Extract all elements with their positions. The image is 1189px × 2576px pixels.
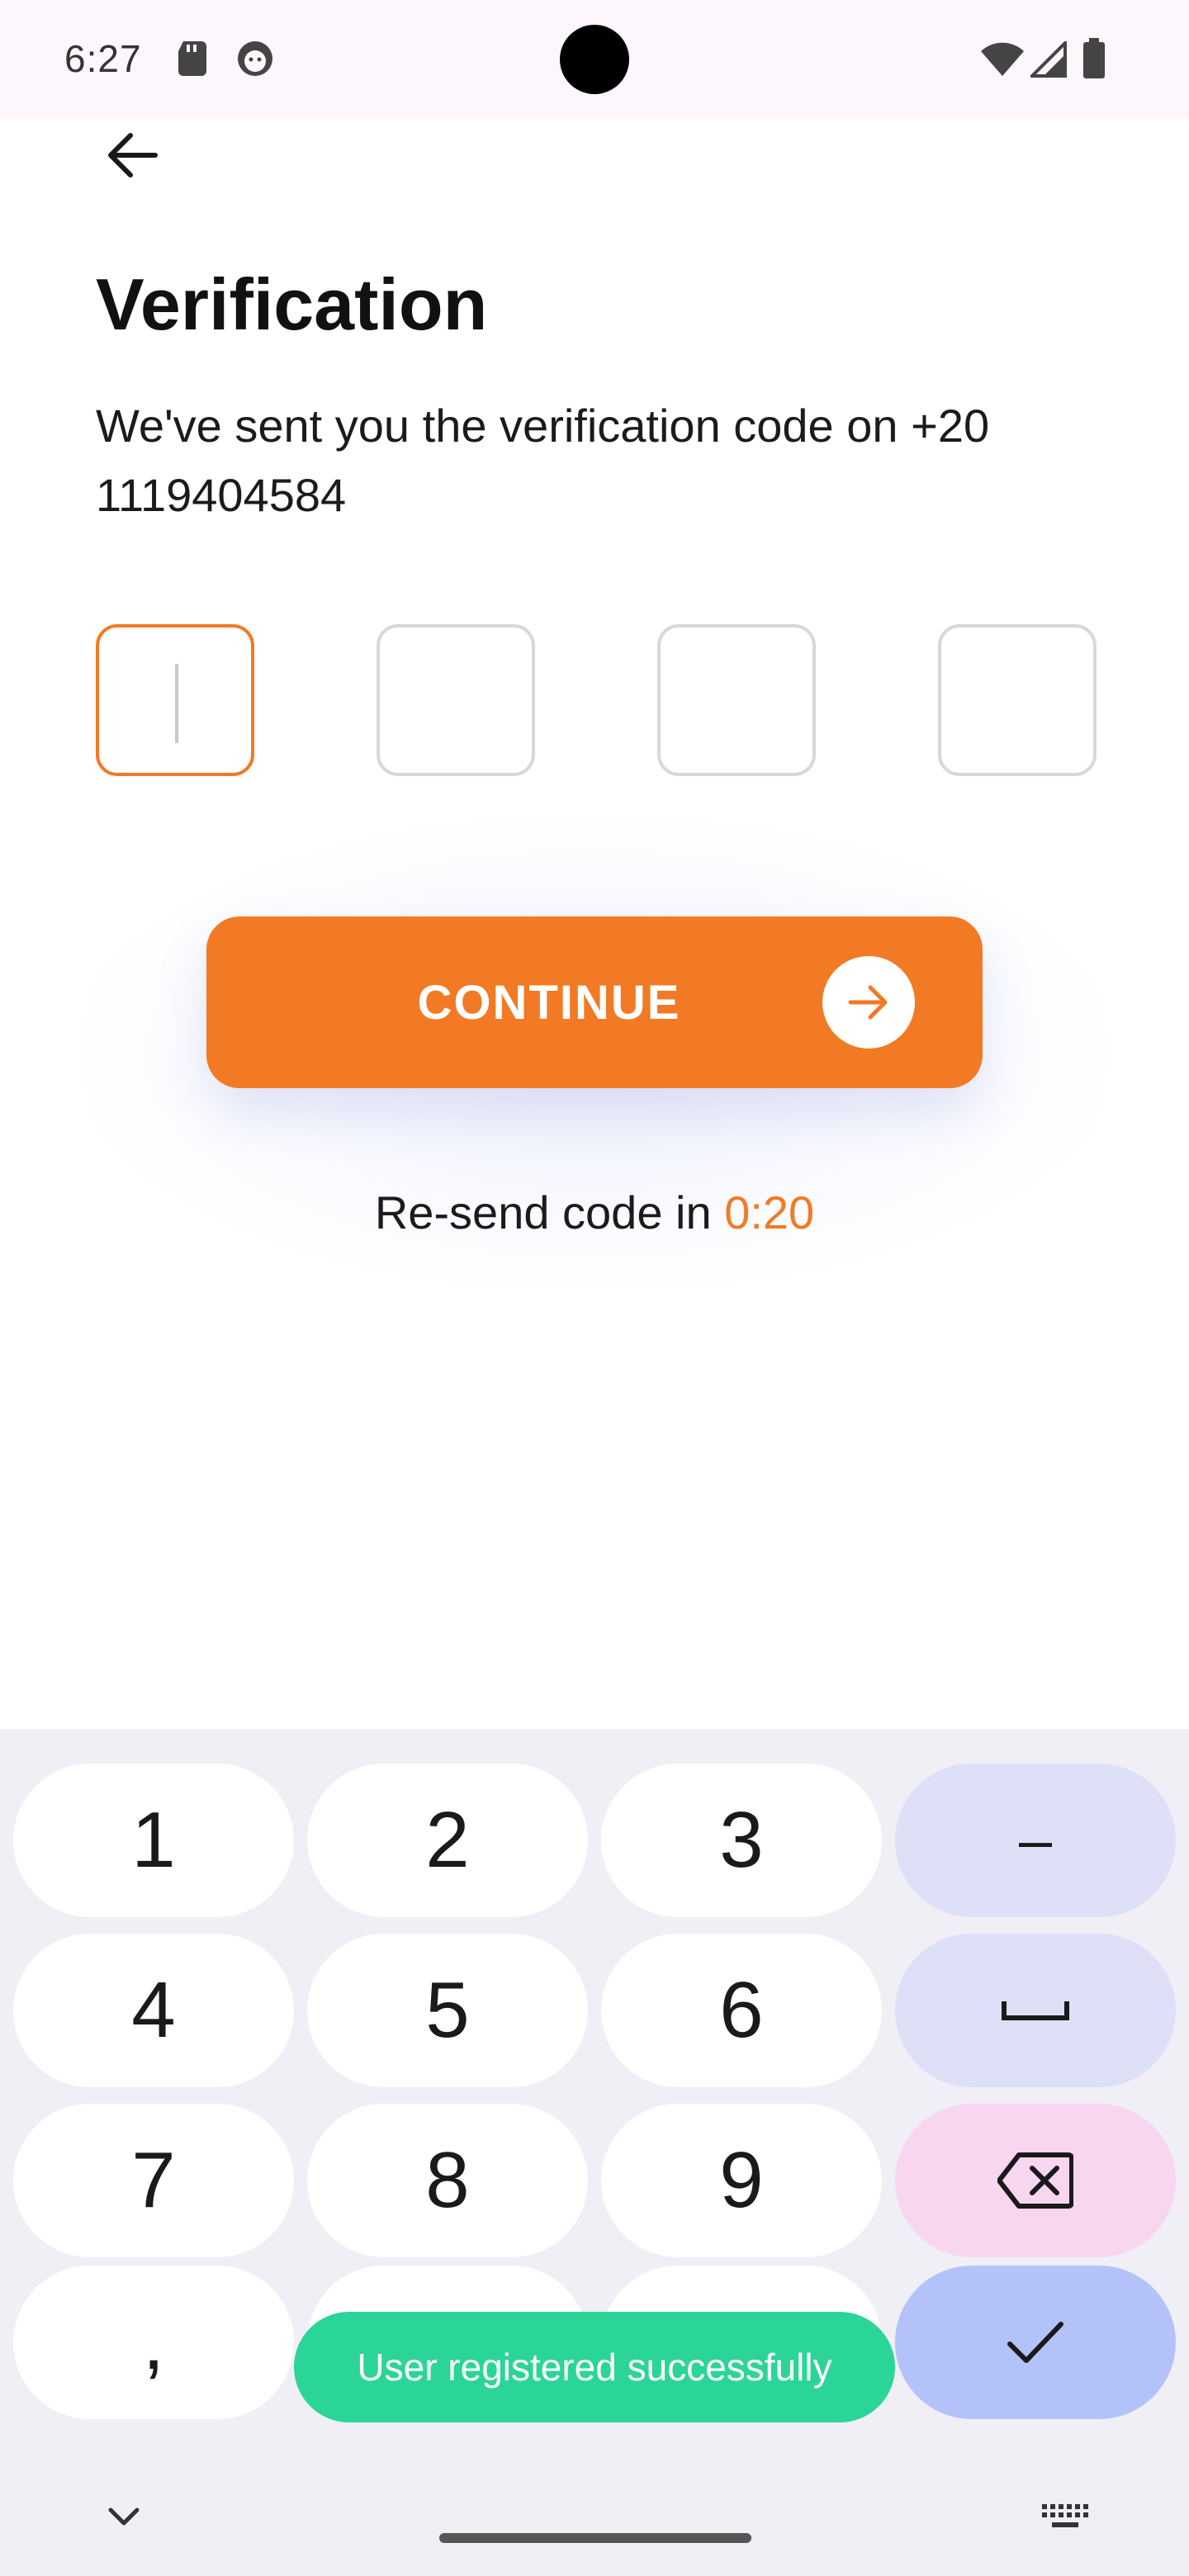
- chevron-down-icon: [108, 2507, 140, 2526]
- arrow-right-icon: [822, 956, 915, 1049]
- verification-screen: 6:27 Verification We've sent you the ver…: [0, 0, 1189, 2576]
- sd-card-icon: [177, 40, 208, 80]
- key-space[interactable]: [895, 1934, 1176, 2087]
- keyboard-icon: [1042, 2504, 1088, 2527]
- key-5[interactable]: 5: [307, 1934, 588, 2087]
- back-button[interactable]: [91, 122, 173, 188]
- text-cursor: [175, 664, 178, 743]
- backspace-icon: [997, 2152, 1073, 2209]
- key-1[interactable]: 1: [13, 1764, 294, 1917]
- key-label: 9: [719, 2136, 764, 2224]
- key-9[interactable]: 9: [601, 2104, 882, 2257]
- key-7[interactable]: 7: [13, 2104, 294, 2257]
- key-label: 7: [131, 2136, 176, 2224]
- otp-digit-1[interactable]: [96, 624, 254, 776]
- key-2[interactable]: 2: [307, 1764, 588, 1917]
- resend-timer: 0:20: [724, 1186, 815, 1238]
- continue-label: CONTINUE: [417, 975, 681, 1030]
- key-4[interactable]: 4: [13, 1934, 294, 2087]
- camera-cutout: [560, 25, 629, 94]
- key-label: 3: [719, 1796, 764, 1884]
- page-title: Verification: [96, 263, 488, 345]
- key-label: 4: [131, 1966, 176, 2054]
- key-label: 6: [719, 1966, 764, 2054]
- key-label: –: [1018, 1807, 1053, 1873]
- android-debug-icon: [236, 40, 274, 82]
- key-label: 1: [131, 1796, 176, 1884]
- otp-digit-3[interactable]: [657, 624, 816, 776]
- hide-keyboard-button[interactable]: [91, 2492, 157, 2541]
- key-8[interactable]: 8: [307, 2104, 588, 2257]
- numeric-keyboard: 1 2 3 – 4 5 6 7 8 9 , 0 .: [0, 1729, 1189, 2576]
- resend-label: Re-send code in: [374, 1186, 712, 1238]
- check-icon: [1007, 2322, 1063, 2363]
- key-dash[interactable]: –: [895, 1764, 1176, 1917]
- toast-message: User registered successfully: [294, 2312, 895, 2422]
- status-bar: 6:27: [0, 0, 1189, 119]
- otp-digit-2[interactable]: [377, 624, 535, 776]
- gesture-navigation-handle[interactable]: [439, 2533, 751, 2543]
- key-delete[interactable]: [895, 2104, 1176, 2257]
- signal-icon: [1028, 39, 1067, 82]
- key-label: 8: [425, 2136, 470, 2224]
- key-comma[interactable]: ,: [13, 2266, 294, 2419]
- key-3[interactable]: 3: [601, 1764, 882, 1917]
- key-label: 2: [425, 1796, 470, 1884]
- key-label: ,: [142, 2298, 165, 2386]
- arrow-left-icon: [108, 133, 158, 178]
- switch-keyboard-button[interactable]: [1032, 2492, 1098, 2541]
- toast-text: User registered successfully: [357, 2346, 832, 2389]
- otp-digit-4[interactable]: [938, 624, 1097, 776]
- battery-icon: [1082, 38, 1106, 83]
- status-time: 6:27: [64, 37, 142, 80]
- verification-message: We've sent you the verification code on …: [96, 400, 990, 521]
- key-6[interactable]: 6: [601, 1934, 882, 2087]
- key-label: 5: [425, 1966, 470, 2054]
- resend-code-text: Re-send code in 0:20: [0, 1186, 1189, 1239]
- continue-button[interactable]: CONTINUE: [206, 916, 983, 1088]
- space-icon: [1002, 2001, 1069, 2020]
- key-done[interactable]: [895, 2266, 1176, 2419]
- wifi-icon: [979, 41, 1026, 82]
